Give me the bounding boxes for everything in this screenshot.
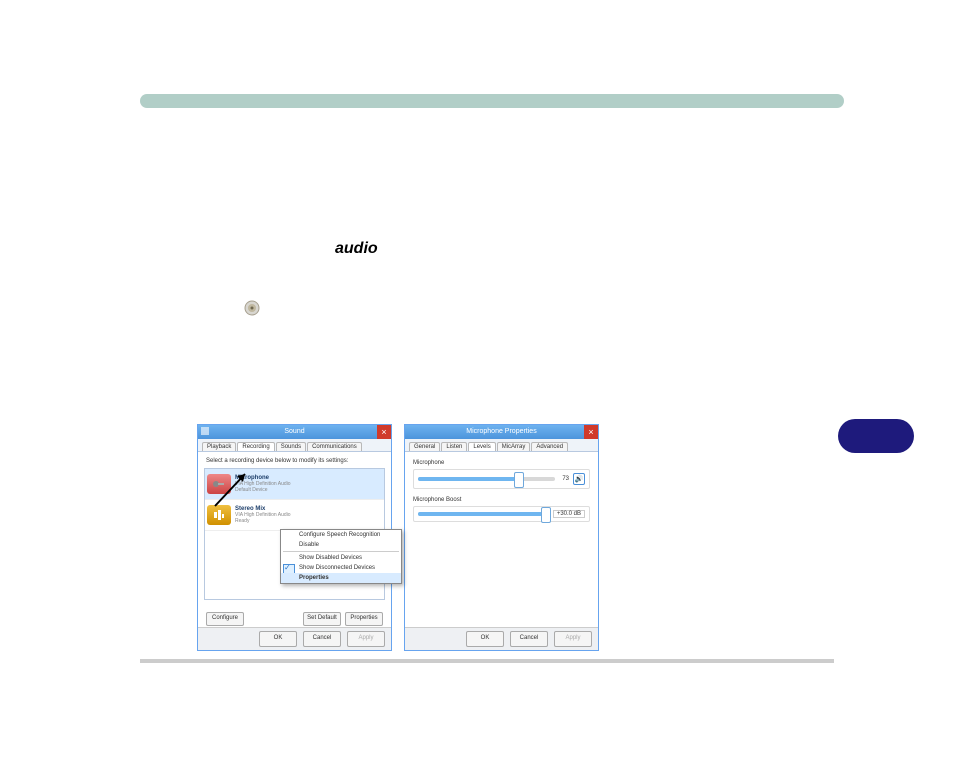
slider-fill xyxy=(418,512,549,516)
apply-button[interactable]: Apply xyxy=(347,631,385,647)
instruction-text: Select a recording device below to modif… xyxy=(206,458,383,464)
menu-show-disabled[interactable]: Show Disabled Devices xyxy=(281,553,401,563)
apply-button[interactable]: Apply xyxy=(554,631,592,647)
menu-disable[interactable]: Disable xyxy=(281,540,401,550)
microphone-device-icon xyxy=(207,474,231,494)
sound-tabs: Playback Recording Sounds Communications xyxy=(198,439,391,452)
heading-audio: audio xyxy=(335,240,378,258)
stereo-mix-device-icon xyxy=(207,505,231,525)
microphone-boost-label: Microphone Boost xyxy=(413,497,590,503)
close-icon[interactable]: × xyxy=(584,425,598,439)
tab-listen[interactable]: Listen xyxy=(441,442,467,451)
close-icon[interactable]: × xyxy=(377,425,391,439)
device-status: Ready xyxy=(235,518,291,524)
device-text: Stereo Mix VIA High Definition Audio Rea… xyxy=(235,506,291,524)
set-default-button[interactable]: Set Default xyxy=(303,612,341,626)
footer-divider xyxy=(140,659,834,663)
ok-button[interactable]: OK xyxy=(259,631,297,647)
menu-show-disconnected[interactable]: Show Disconnected Devices xyxy=(281,563,401,573)
sound-titlebar: Sound × xyxy=(198,425,391,439)
tab-communications[interactable]: Communications xyxy=(307,442,362,451)
microphone-boost-row: +30.0 dB xyxy=(413,506,590,522)
slider-fill xyxy=(418,477,518,481)
cancel-button[interactable]: Cancel xyxy=(510,631,548,647)
micprops-title: Microphone Properties xyxy=(405,425,598,439)
device-list: Microphone VIA High Definition Audio Def… xyxy=(204,468,385,600)
tab-advanced[interactable]: Advanced xyxy=(531,442,568,451)
properties-button[interactable]: Properties xyxy=(345,612,383,626)
sound-body: Select a recording device below to modif… xyxy=(198,452,391,602)
context-menu: Configure Speech Recognition Disable Sho… xyxy=(280,529,402,584)
configure-button[interactable]: Configure xyxy=(206,612,244,626)
sound-dialog-buttons: OK Cancel Apply xyxy=(198,627,391,650)
realtek-speaker-icon xyxy=(244,300,260,316)
system-icon xyxy=(200,426,210,436)
side-pill-marker xyxy=(838,419,914,453)
microphone-level-label: Microphone xyxy=(413,460,590,466)
microphone-boost-group: Microphone Boost +30.0 dB xyxy=(413,497,590,522)
microphone-level-group: Microphone 73 🔊 xyxy=(413,460,590,489)
tab-micarray[interactable]: MicArray xyxy=(497,442,531,451)
microphone-level-row: 73 🔊 xyxy=(413,469,590,489)
tab-general[interactable]: General xyxy=(409,442,440,451)
microphone-level-value: 73 xyxy=(559,476,569,482)
sound-title: Sound xyxy=(198,425,391,439)
tab-recording[interactable]: Recording xyxy=(237,442,274,451)
tab-playback[interactable]: Playback xyxy=(202,442,236,451)
menu-separator xyxy=(283,551,399,552)
tab-levels[interactable]: Levels xyxy=(468,442,495,451)
device-status: Default Device xyxy=(235,487,291,493)
ok-button[interactable]: OK xyxy=(466,631,504,647)
cancel-button[interactable]: Cancel xyxy=(303,631,341,647)
microphone-level-slider[interactable] xyxy=(418,477,555,481)
menu-show-disconnected-label: Show Disconnected Devices xyxy=(299,565,375,571)
device-text: Microphone VIA High Definition Audio Def… xyxy=(235,475,291,493)
microphone-properties-dialog: Microphone Properties × General Listen L… xyxy=(404,424,599,651)
sound-dialog: Sound × Playback Recording Sounds Commun… xyxy=(197,424,392,651)
slider-thumb[interactable] xyxy=(514,472,524,488)
speaker-icon[interactable]: 🔊 xyxy=(573,473,585,485)
tab-sounds[interactable]: Sounds xyxy=(276,442,306,451)
slider-thumb[interactable] xyxy=(541,507,551,523)
section-divider-bar xyxy=(140,94,844,108)
menu-configure-speech[interactable]: Configure Speech Recognition xyxy=(281,530,401,540)
micprops-tabs: General Listen Levels MicArray Advanced xyxy=(405,439,598,452)
micprops-titlebar: Microphone Properties × xyxy=(405,425,598,439)
micprops-dialog-buttons: OK Cancel Apply xyxy=(405,627,598,650)
device-stereo-mix[interactable]: Stereo Mix VIA High Definition Audio Rea… xyxy=(205,500,384,531)
menu-properties[interactable]: Properties xyxy=(281,573,401,583)
microphone-boost-slider[interactable] xyxy=(418,512,549,516)
device-microphone[interactable]: Microphone VIA High Definition Audio Def… xyxy=(205,469,384,500)
sound-footer: Configure Set Default Properties xyxy=(198,610,391,628)
microphone-boost-value: +30.0 dB xyxy=(553,510,585,518)
